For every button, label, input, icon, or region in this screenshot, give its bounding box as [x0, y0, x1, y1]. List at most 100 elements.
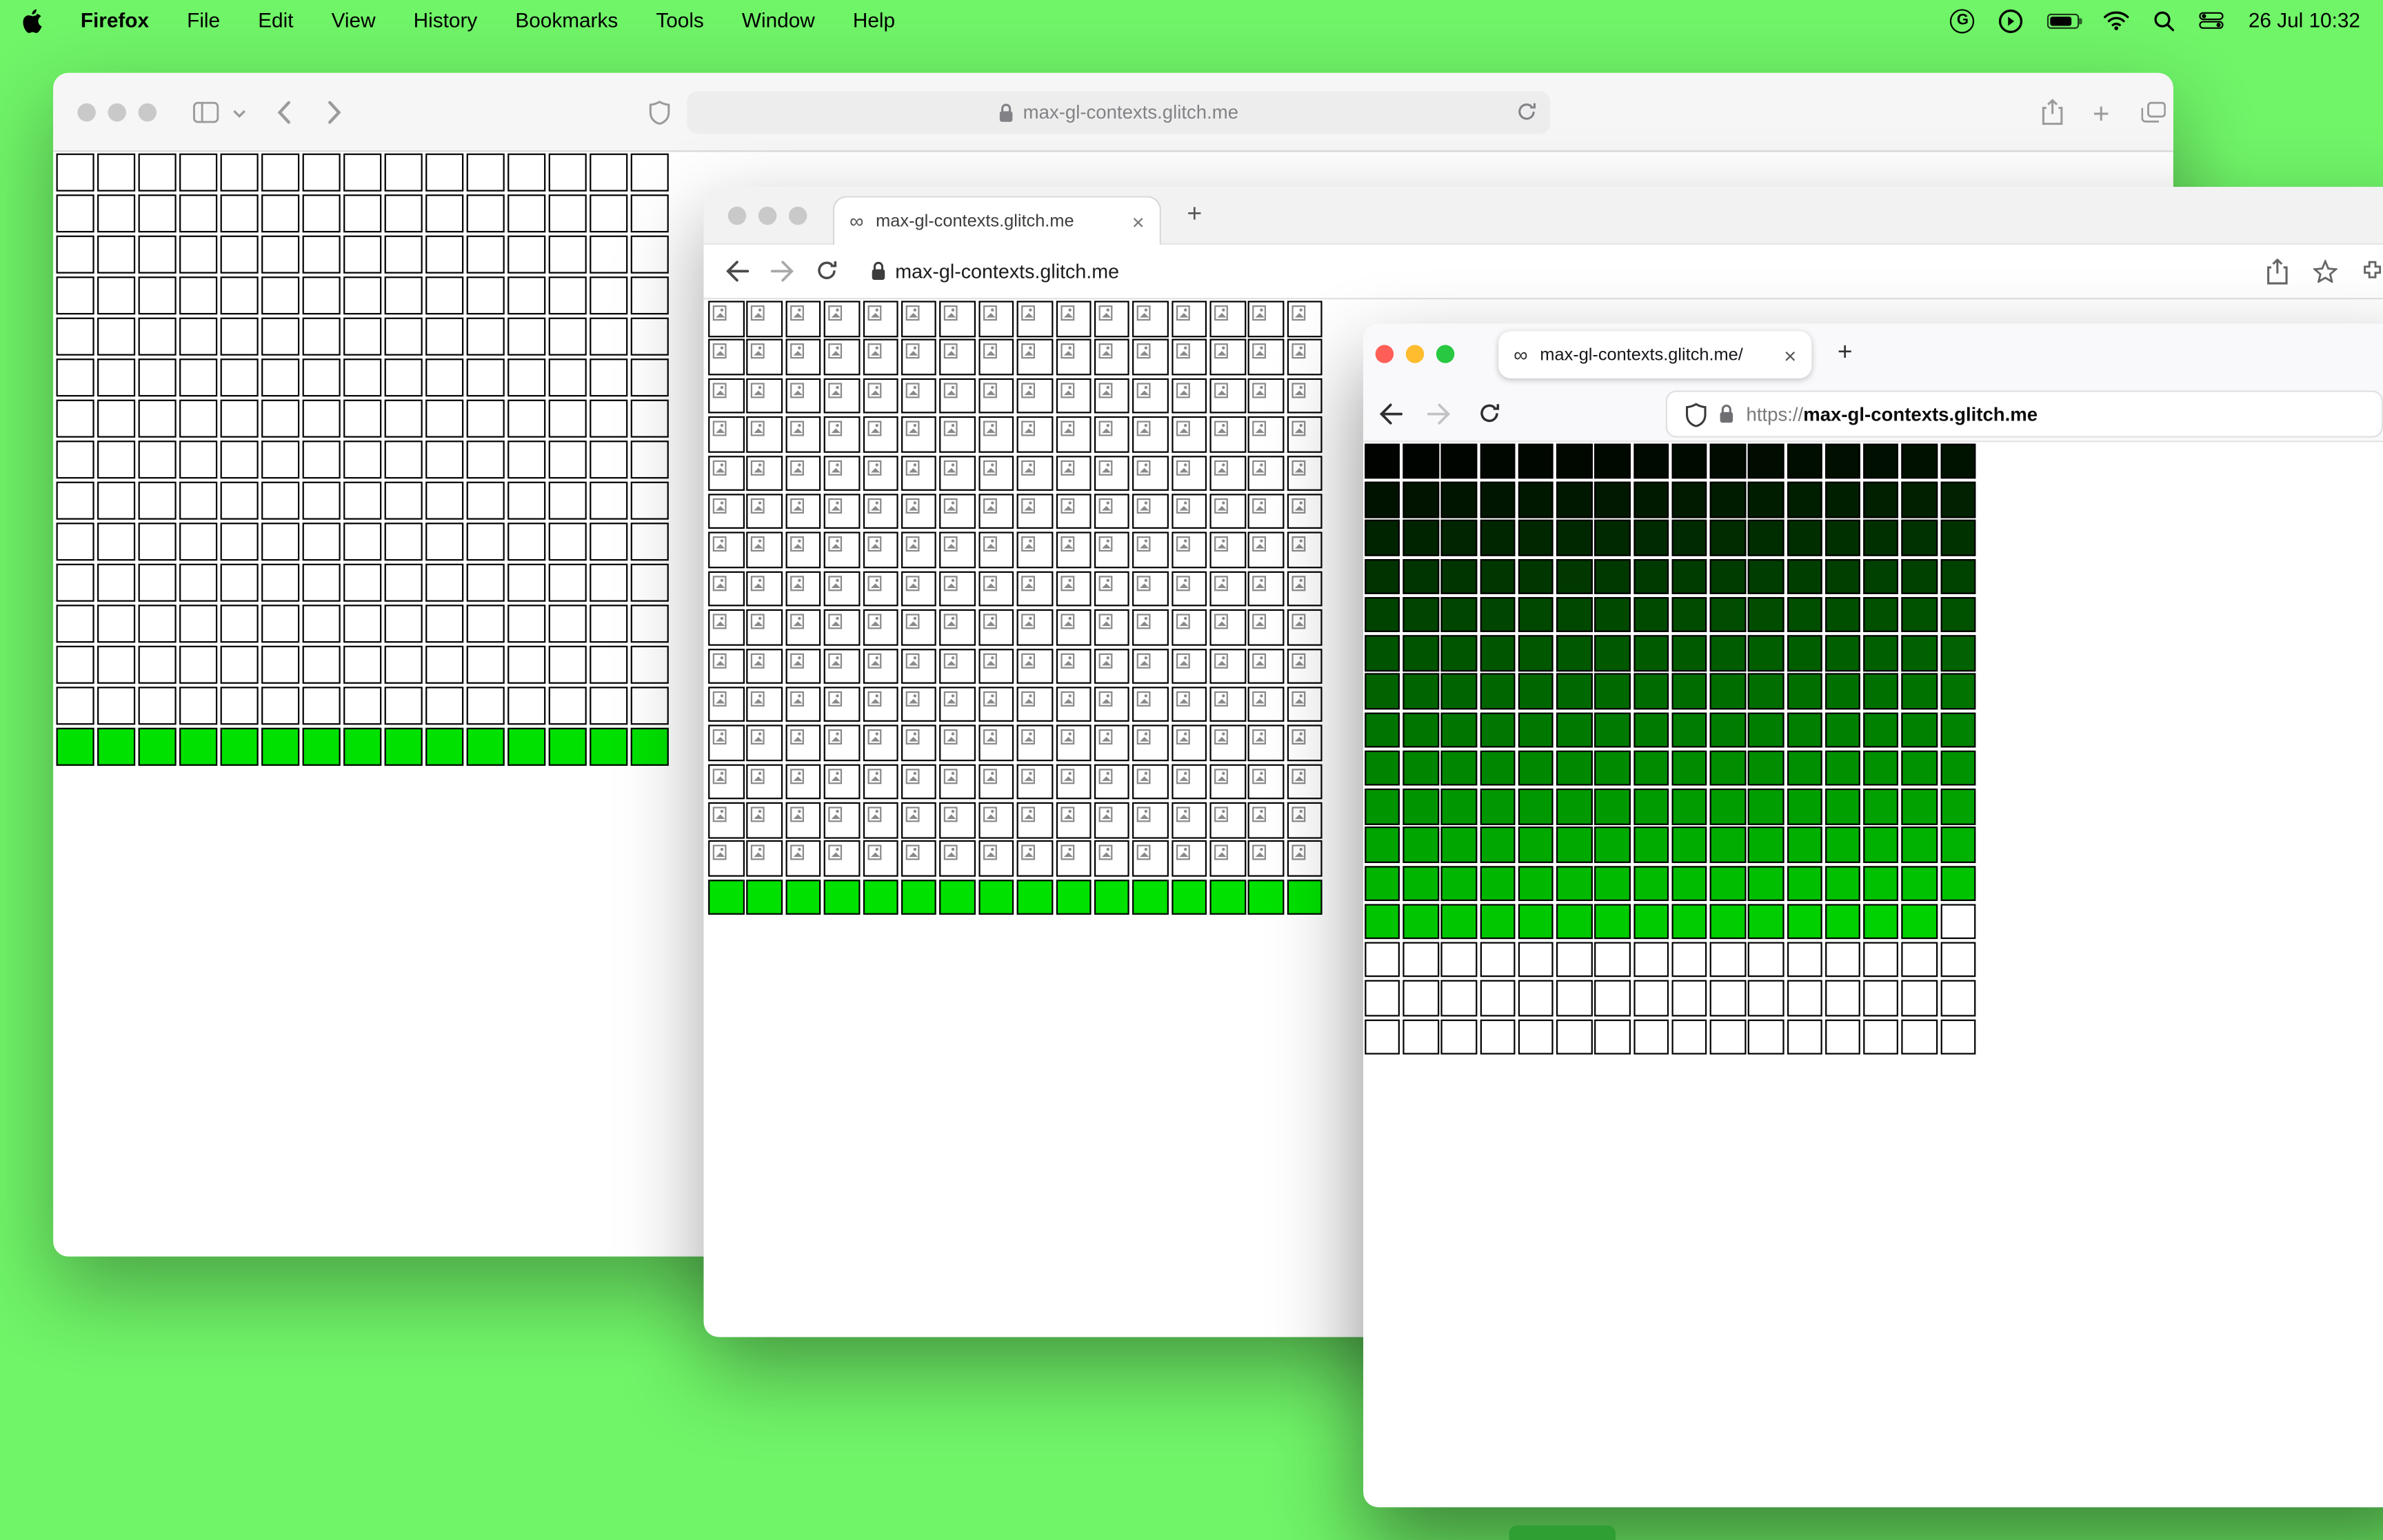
- canvas-cell: [1441, 789, 1478, 824]
- reload-icon[interactable]: [1517, 102, 1537, 122]
- reload-button[interactable]: [816, 260, 838, 281]
- forward-button[interactable]: [1427, 403, 1451, 425]
- canvas-cell: [1441, 711, 1478, 748]
- broken-image-icon: [983, 305, 997, 321]
- menu-item-edit[interactable]: Edit: [258, 9, 293, 32]
- broken-image-icon: [1021, 498, 1036, 514]
- privacy-shield-icon[interactable]: [649, 100, 670, 125]
- menu-item-view[interactable]: View: [332, 9, 376, 32]
- control-center-icon[interactable]: [2200, 12, 2224, 29]
- broken-image-icon: [944, 305, 958, 321]
- broken-image-icon: [905, 652, 920, 668]
- play-status-icon[interactable]: [1999, 8, 2024, 32]
- canvas-cell: [1709, 827, 1746, 863]
- extensions-icon[interactable]: [2360, 260, 2383, 284]
- address-url[interactable]: max-gl-contexts.glitch.me: [895, 260, 1119, 283]
- canvas-cell: [1633, 750, 1669, 787]
- reload-button[interactable]: [1479, 403, 1500, 424]
- chevron-down-icon[interactable]: [232, 110, 246, 119]
- new-tab-button[interactable]: +: [1838, 337, 1853, 367]
- menu-item-help[interactable]: Help: [853, 9, 895, 32]
- tab-close-icon[interactable]: ×: [1132, 210, 1145, 232]
- browser-tab[interactable]: ∞ max-gl-contexts.glitch.me ×: [832, 196, 1161, 245]
- canvas-cell: [1633, 635, 1669, 671]
- broken-image-icon: [1137, 459, 1152, 475]
- menu-app-name[interactable]: Firefox: [81, 9, 149, 32]
- menu-clock[interactable]: 26 Jul 10:32: [2249, 9, 2360, 32]
- canvas-cell: [862, 609, 898, 645]
- canvas-cell: [466, 276, 505, 315]
- traffic-lights[interactable]: [1375, 345, 1455, 363]
- menu-item-tools[interactable]: Tools: [656, 9, 703, 32]
- traffic-lights[interactable]: [727, 206, 807, 225]
- tab-overview-icon[interactable]: [2141, 101, 2166, 123]
- canvas-cell: [1901, 789, 1938, 824]
- back-button[interactable]: [725, 260, 750, 283]
- back-button[interactable]: [1378, 403, 1403, 425]
- canvas-cell: [1287, 609, 1323, 645]
- back-button[interactable]: [276, 100, 292, 124]
- browser-tab[interactable]: ∞ max-gl-contexts.glitch.me/ ×: [1498, 331, 1812, 378]
- canvas-cell: [548, 399, 587, 438]
- g-status-icon[interactable]: G: [1950, 8, 1975, 33]
- traffic-lights[interactable]: [77, 103, 157, 122]
- canvas-cell: [1132, 571, 1169, 607]
- tab-close-icon[interactable]: ×: [1784, 344, 1796, 365]
- broken-image-icon: [905, 575, 920, 591]
- canvas-cell: [978, 532, 1014, 568]
- canvas-cell: [1824, 711, 1861, 748]
- menu-item-history[interactable]: History: [414, 9, 478, 32]
- broken-image-icon: [828, 575, 843, 591]
- broken-image-icon: [983, 575, 997, 591]
- broken-image-icon: [712, 421, 727, 436]
- canvas-cell: [824, 339, 860, 376]
- broken-image-icon: [1214, 768, 1229, 784]
- new-tab-button[interactable]: +: [1187, 199, 1202, 230]
- share-icon[interactable]: [2266, 258, 2289, 286]
- tracking-protection-shield-icon[interactable]: [1685, 402, 1707, 427]
- broken-image-icon: [867, 614, 881, 629]
- canvas-cell: [1132, 532, 1169, 568]
- canvas-cell: [466, 605, 505, 643]
- canvas-cell: [978, 609, 1014, 645]
- lock-icon[interactable]: [1719, 404, 1734, 424]
- menu-item-file[interactable]: File: [187, 9, 220, 32]
- canvas-cell: [302, 727, 341, 766]
- share-icon[interactable]: [2041, 99, 2064, 126]
- canvas-cell: [630, 194, 669, 233]
- wifi-icon[interactable]: [2104, 10, 2130, 30]
- canvas-cell: [939, 571, 976, 607]
- canvas-cell: [862, 840, 898, 877]
- menu-item-window[interactable]: Window: [742, 9, 815, 32]
- battery-icon[interactable]: [2047, 12, 2083, 28]
- canvas-cell: [1901, 942, 1938, 978]
- canvas-cell: [901, 532, 937, 568]
- menu-item-bookmarks[interactable]: Bookmarks: [515, 9, 618, 32]
- canvas-cell: [1441, 482, 1478, 518]
- canvas-cell: [343, 687, 382, 725]
- address-bar[interactable]: https://max-gl-contexts.glitch.me: [1667, 392, 2382, 436]
- forward-button[interactable]: [770, 260, 794, 283]
- address-bar[interactable]: max-gl-contexts.glitch.me: [687, 91, 1551, 134]
- canvas-cell: [785, 378, 821, 414]
- canvas-cell: [466, 399, 505, 438]
- canvas-cell: [1556, 635, 1592, 671]
- canvas-cell: [708, 648, 744, 684]
- forward-button[interactable]: [327, 100, 342, 124]
- apple-menu-icon[interactable]: [23, 8, 43, 32]
- canvas-cell: [343, 605, 382, 643]
- sidebar-icon[interactable]: [193, 101, 219, 123]
- canvas-cell: [1055, 494, 1092, 530]
- new-tab-button[interactable]: +: [2093, 99, 2109, 132]
- canvas-cell: [1518, 827, 1554, 863]
- dock-sliver[interactable]: [1509, 1525, 1616, 1540]
- canvas-cell: [1441, 980, 1478, 1016]
- canvas-cell: [1402, 597, 1439, 633]
- canvas-cell: [630, 317, 669, 356]
- spotlight-search-icon[interactable]: [2154, 10, 2175, 31]
- canvas-cell: [1016, 687, 1053, 722]
- bookmark-star-icon[interactable]: [2313, 259, 2337, 283]
- canvas-cell: [1901, 904, 1938, 940]
- canvas-cell: [1556, 904, 1592, 940]
- canvas-cell: [590, 481, 628, 520]
